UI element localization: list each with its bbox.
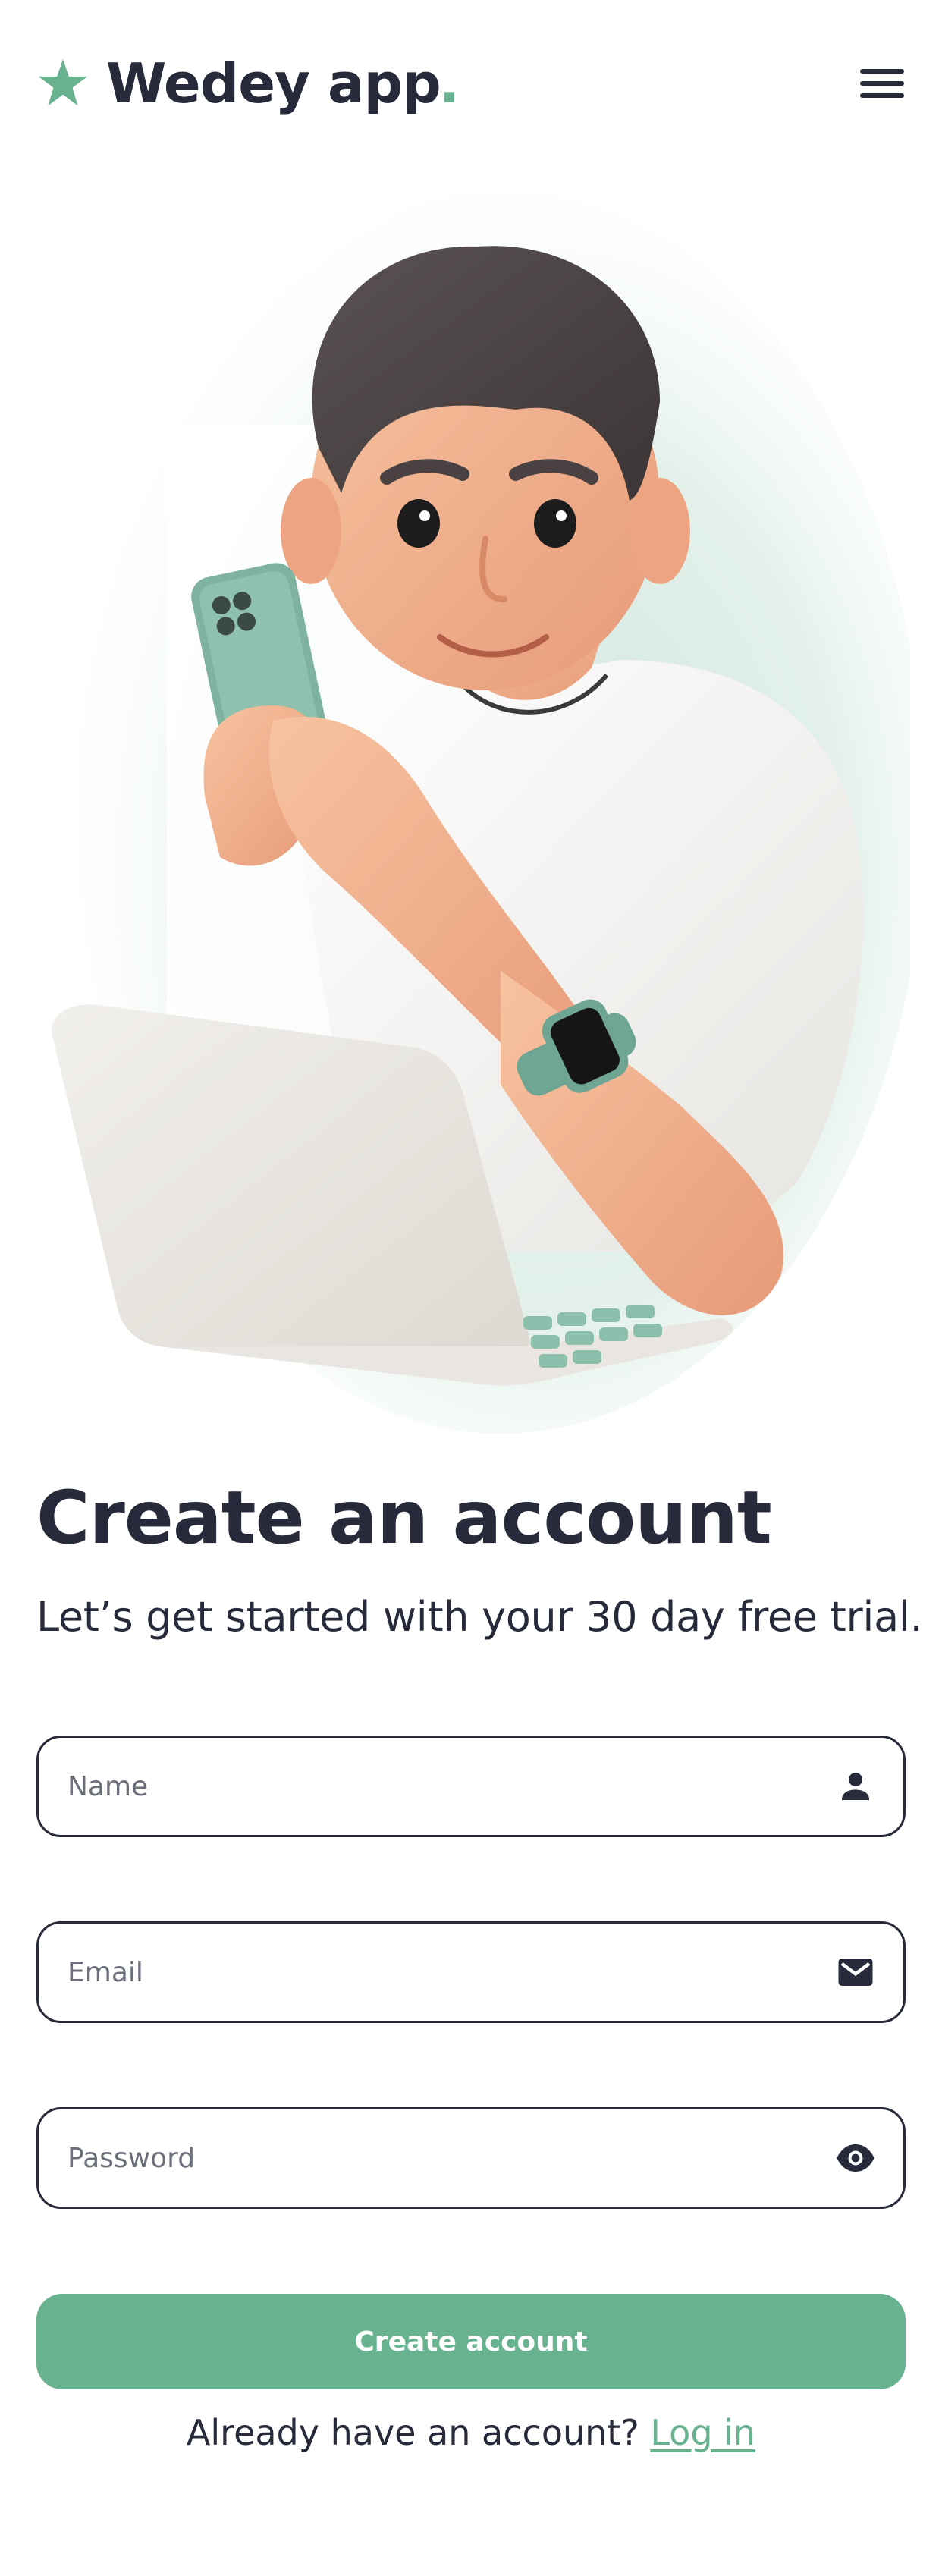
page-subtitle: Let’s get started with your 30 day free …	[36, 1593, 923, 1641]
login-link[interactable]: Log in	[650, 2412, 755, 2453]
password-field[interactable]	[36, 2107, 906, 2209]
login-prompt: Already have an account? Log in	[0, 2412, 942, 2453]
name-input[interactable]	[66, 1770, 835, 1803]
email-field[interactable]	[36, 1921, 906, 2023]
hero-illustration	[30, 174, 910, 1449]
brand-dot: .	[438, 52, 460, 115]
password-input[interactable]	[66, 2141, 835, 2175]
brand-name: Wedey app	[106, 52, 441, 115]
email-input[interactable]	[66, 1956, 835, 1989]
hamburger-menu-icon[interactable]	[860, 61, 906, 106]
name-field[interactable]	[36, 1736, 906, 1837]
login-prompt-text: Already have an account?	[186, 2412, 639, 2453]
mail-icon	[835, 1952, 876, 1993]
top-nav: Wedey app.	[36, 46, 906, 121]
user-icon	[835, 1766, 876, 1807]
page-title: Create an account	[36, 1475, 772, 1560]
brand-logo[interactable]: Wedey app.	[36, 52, 460, 115]
eye-icon[interactable]	[835, 2138, 876, 2179]
person-with-phone-and-laptop-illustration	[52, 190, 910, 1434]
create-account-button[interactable]: Create account	[36, 2294, 906, 2389]
star-icon	[38, 58, 88, 106]
